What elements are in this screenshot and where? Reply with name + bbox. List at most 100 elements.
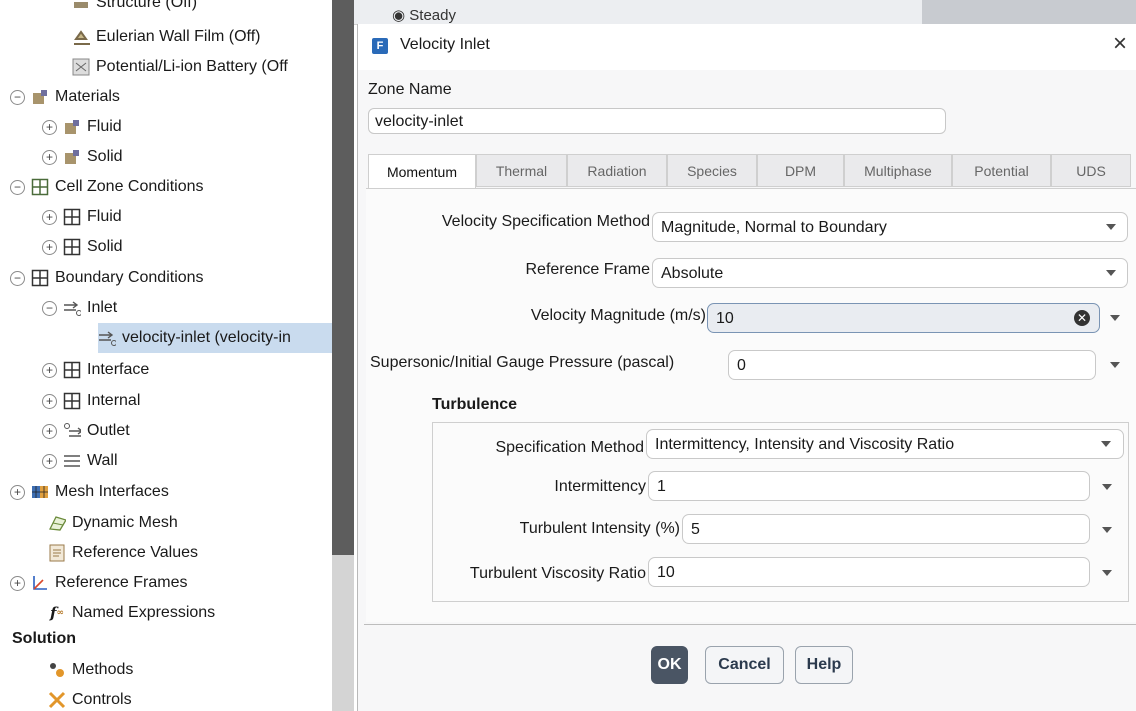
tab-multiphase[interactable]: Multiphase	[844, 154, 952, 187]
collapse-icon[interactable]: −	[10, 89, 25, 105]
dynamic-mesh-icon	[48, 514, 66, 532]
tree-section-solution[interactable]: Solution	[12, 626, 76, 652]
velocity-spec-method-select[interactable]: Magnitude, Normal to Boundary	[652, 212, 1128, 242]
tree-item-materials-fluid[interactable]: + Fluid	[42, 112, 122, 142]
tree-item-velocity-inlet[interactable]: velocity-inlet (velocity-in	[98, 323, 340, 353]
expand-icon[interactable]: +	[42, 453, 57, 469]
tree-item-potential-battery[interactable]: Potential/Li-ion Battery (Off	[72, 52, 288, 82]
intermittency-label: Intermittency	[554, 478, 646, 495]
tree-item-boundary-conditions[interactable]: − Boundary Conditions	[10, 263, 204, 293]
velocity-spec-method-label: Velocity Specification Method	[441, 213, 650, 230]
expand-icon[interactable]: +	[42, 119, 57, 135]
help-button[interactable]: Help	[795, 646, 853, 684]
tree-item-outlet[interactable]: + Outlet	[42, 416, 130, 446]
tree-item-named-expressions[interactable]: f ∞ Named Expressions	[48, 598, 215, 628]
tree-item-label: Structure (Off)	[96, 0, 198, 11]
tree-item-eulerian-wall-film[interactable]: Eulerian Wall Film (Off)	[72, 22, 260, 52]
turbulent-intensity-label: Turbulent Intensity (%)	[519, 520, 680, 537]
turbulent-intensity-input[interactable]: 5	[682, 514, 1090, 544]
grid-icon	[63, 208, 81, 226]
app-logo-icon: F	[372, 38, 388, 54]
tree-item-methods[interactable]: Methods	[48, 655, 133, 685]
tree-item-label: Materials	[55, 88, 120, 105]
tab-dpm[interactable]: DPM	[757, 154, 844, 187]
turbulence-spec-method-select[interactable]: Intermittency, Intensity and Viscosity R…	[646, 429, 1124, 459]
tab-potential[interactable]: Potential	[952, 154, 1051, 187]
close-icon[interactable]: ×	[1113, 30, 1127, 58]
tree-item-wall[interactable]: + Wall	[42, 446, 118, 476]
inlet-icon	[98, 329, 116, 347]
turbulent-viscosity-ratio-label: Turbulent Viscosity Ratio	[469, 565, 646, 582]
reference-frame-select[interactable]: Absolute	[652, 258, 1128, 288]
chevron-down-icon[interactable]	[1110, 315, 1120, 321]
expand-icon[interactable]: +	[42, 423, 57, 439]
reference-frame-label: Reference Frame	[525, 261, 651, 278]
steady-radio-label: Steady	[409, 7, 456, 24]
tab-thermal[interactable]: Thermal	[476, 154, 567, 187]
intermittency-input[interactable]: 1	[648, 471, 1090, 501]
ok-button[interactable]: OK	[651, 646, 688, 684]
expand-icon[interactable]: +	[10, 484, 25, 500]
tree-item-reference-values[interactable]: Reference Values	[48, 538, 198, 568]
materials-icon	[63, 118, 81, 136]
chevron-down-icon[interactable]	[1106, 224, 1116, 230]
tree-item-materials[interactable]: − Materials	[10, 82, 120, 112]
tree-item-controls[interactable]: Controls	[48, 685, 132, 711]
gauge-pressure-input[interactable]: 0	[728, 350, 1096, 380]
chevron-down-icon[interactable]	[1102, 484, 1112, 490]
tab-radiation[interactable]: Radiation	[567, 154, 667, 187]
wall-film-icon	[72, 28, 90, 46]
tree-item-cell-zone-solid[interactable]: + Solid	[42, 232, 123, 262]
dialog-title: Velocity Inlet	[400, 36, 490, 53]
tree-item-label: Potential/Li-ion Battery (Off	[96, 58, 288, 75]
tree-item-cell-zone-fluid[interactable]: + Fluid	[42, 202, 122, 232]
cancel-button[interactable]: Cancel	[705, 646, 784, 684]
dialog-title-bar[interactable]: F Velocity Inlet ×	[358, 24, 1136, 70]
tree-item-mesh-interfaces[interactable]: + Mesh Interfaces	[10, 477, 169, 507]
tree-item-structure[interactable]: Structure (Off)	[72, 0, 197, 18]
turbulence-heading: Turbulence	[432, 396, 518, 413]
turbulent-viscosity-ratio-input[interactable]: 10	[648, 557, 1090, 587]
collapse-icon[interactable]: −	[10, 179, 25, 195]
collapse-icon[interactable]: −	[42, 300, 57, 316]
zone-name-label: Zone Name	[368, 81, 452, 98]
tree-item-label: Eulerian Wall Film (Off)	[96, 28, 261, 45]
clear-icon[interactable]: ✕	[1074, 310, 1090, 326]
expand-icon[interactable]: +	[42, 209, 57, 225]
chevron-down-icon[interactable]	[1101, 441, 1111, 447]
mesh-interfaces-icon	[31, 483, 49, 501]
tree-scrollbar-thumb[interactable]	[332, 0, 354, 555]
chevron-down-icon[interactable]	[1106, 270, 1116, 276]
tree-item-materials-solid[interactable]: + Solid	[42, 142, 123, 172]
expand-icon[interactable]: +	[10, 575, 25, 591]
tab-uds[interactable]: UDS	[1051, 154, 1131, 187]
tree-item-label: Dynamic Mesh	[72, 514, 178, 531]
chevron-down-icon[interactable]	[1110, 362, 1120, 368]
tree-item-inlet[interactable]: − Inlet	[42, 293, 117, 323]
tree-item-interface[interactable]: + Interface	[42, 355, 149, 385]
tree-item-dynamic-mesh[interactable]: Dynamic Mesh	[48, 508, 178, 538]
tree-item-cell-zone-conditions[interactable]: − Cell Zone Conditions	[10, 172, 204, 202]
expand-icon[interactable]: +	[42, 149, 57, 165]
steady-radio[interactable]: ◉ Steady	[392, 6, 456, 24]
controls-icon	[48, 691, 66, 709]
collapse-icon[interactable]: −	[10, 270, 25, 286]
expand-icon[interactable]: +	[42, 362, 57, 378]
tab-momentum[interactable]: Momentum	[368, 154, 476, 189]
structure-icon	[72, 0, 90, 12]
chevron-down-icon[interactable]	[1102, 570, 1112, 576]
grid-icon	[63, 238, 81, 256]
tree-item-internal[interactable]: + Internal	[42, 386, 140, 416]
tree-scrollbar-track[interactable]	[332, 555, 354, 711]
wall-icon	[63, 452, 81, 470]
tab-species[interactable]: Species	[667, 154, 757, 187]
zone-name-input[interactable]: velocity-inlet	[368, 108, 946, 134]
chevron-down-icon[interactable]	[1102, 527, 1112, 533]
axes-icon	[31, 574, 49, 592]
tree-item-label: Cell Zone Conditions	[55, 178, 204, 195]
velocity-magnitude-input[interactable]: 10	[707, 303, 1100, 333]
expand-icon[interactable]: +	[42, 239, 57, 255]
expand-icon[interactable]: +	[42, 393, 57, 409]
battery-icon	[72, 58, 90, 76]
tree-item-reference-frames[interactable]: + Reference Frames	[10, 568, 188, 598]
